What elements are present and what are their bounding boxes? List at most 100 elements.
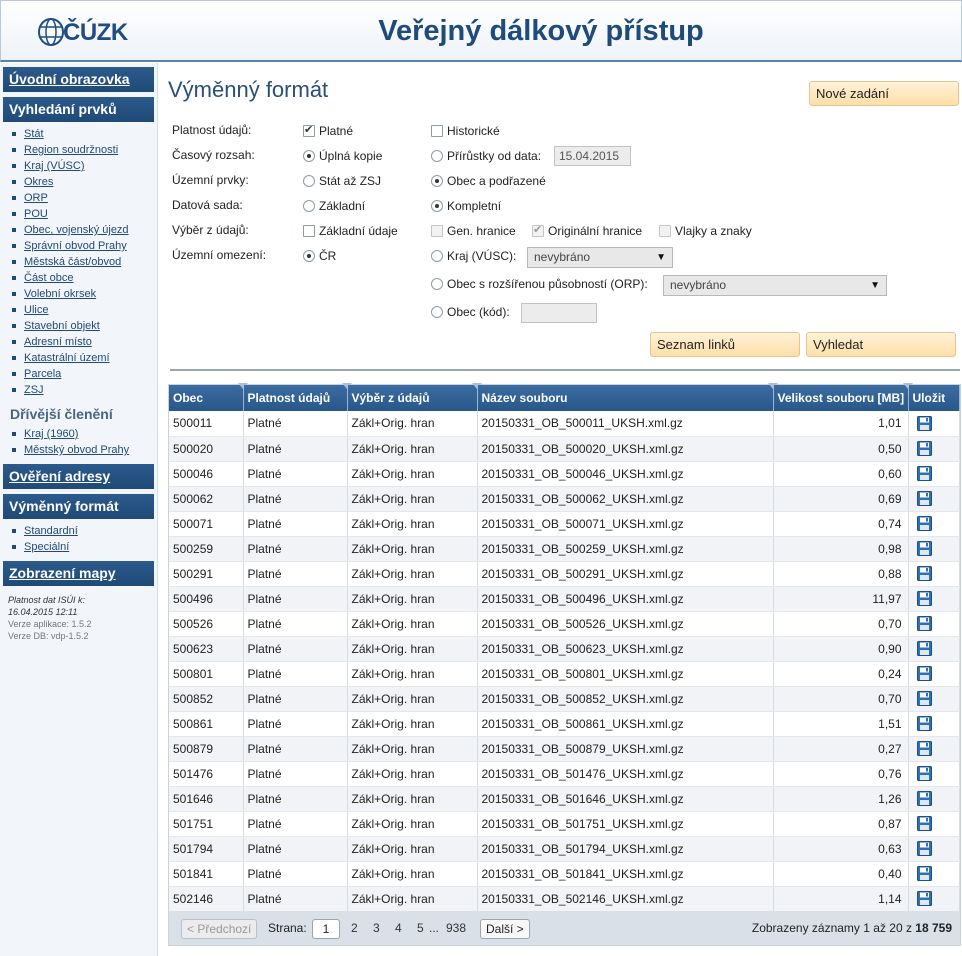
state-to-zsj-radio[interactable]: Stát až ZSJ	[303, 173, 381, 189]
exchange-nav-link[interactable]: Speciální	[24, 541, 69, 553]
save-disk-icon[interactable]	[916, 741, 932, 756]
search-nav-link[interactable]: Parcela	[24, 368, 61, 380]
search-nav-link[interactable]: Adresní místo	[24, 336, 92, 348]
increments-date-field[interactable]: 15.04.2015	[554, 146, 631, 166]
search-nav-link[interactable]: Region soudržnosti	[24, 144, 118, 156]
search-nav-item[interactable]: Katastrální území	[12, 350, 157, 366]
search-nav-link[interactable]: Katastrální území	[24, 352, 110, 364]
search-nav-item[interactable]: POU	[12, 206, 157, 222]
search-nav-item[interactable]: Adresní místo	[12, 334, 157, 350]
table-row[interactable]: 501476 Platné Zákl+Orig. hran 20150331_OB_5…	[169, 761, 960, 787]
column-header[interactable]: Uložit	[908, 385, 960, 411]
table-row[interactable]: 500046 Platné Zákl+Orig. hran 20150331_OB_5…	[169, 461, 960, 487]
cuzk-logo[interactable]: ČÚZK	[37, 15, 129, 51]
save-disk-icon[interactable]	[916, 591, 932, 606]
table-row[interactable]: 500879 Platné Zákl+Orig. hran 20150331_OB_5…	[169, 736, 960, 762]
nav-home[interactable]: Úvodní obrazovka	[3, 67, 154, 92]
search-nav-link[interactable]: ZSJ	[24, 384, 44, 396]
table-row[interactable]: 500801 Platné Zákl+Orig. hran 20150331_OB_5…	[169, 661, 960, 687]
search-nav-link[interactable]: Městská část/obvod	[24, 256, 121, 268]
search-nav-item[interactable]: Stát	[12, 126, 157, 142]
table-row[interactable]: 500852 Platné Zákl+Orig. hran 20150331_OB_5…	[169, 686, 960, 712]
region-radio[interactable]: Kraj (VÚSC):	[431, 248, 516, 264]
table-row[interactable]: 500259 Platné Zákl+Orig. hran 20150331_OB_5…	[169, 536, 960, 562]
new-query-button[interactable]: Nové zadání	[809, 81, 959, 106]
search-nav-link[interactable]: Stát	[24, 128, 44, 140]
prev-page-button[interactable]: < Předchozí	[181, 919, 258, 939]
column-header[interactable]: Platnost údajů	[243, 383, 352, 411]
search-nav-item[interactable]: Region soudržnosti	[12, 142, 157, 158]
search-nav-item[interactable]: Ulice	[12, 302, 157, 318]
nav-search-heading[interactable]: Vyhledání prvků	[3, 97, 154, 122]
save-disk-icon[interactable]	[916, 866, 932, 881]
page-link-last[interactable]: 938	[446, 921, 466, 935]
column-header[interactable]: Velikost souboru [MB]	[773, 383, 913, 411]
search-nav-link[interactable]: POU	[24, 208, 48, 220]
valid-checkbox[interactable]: Platné	[303, 122, 353, 139]
former-nav-item[interactable]: Městský obvod Prahy	[12, 442, 157, 458]
column-header[interactable]: Výběr z údajů	[347, 383, 482, 411]
search-nav-item[interactable]: Parcela	[12, 366, 157, 382]
next-page-button[interactable]: Další >	[480, 919, 530, 939]
table-row[interactable]: 500623 Platné Zákl+Orig. hran 20150331_OB_5…	[169, 636, 960, 662]
save-disk-icon[interactable]	[916, 716, 932, 731]
column-header[interactable]: Obec	[169, 383, 248, 411]
search-nav-link[interactable]: Okres	[24, 176, 53, 188]
region-select[interactable]: nevybráno ▼	[527, 247, 673, 268]
table-row[interactable]: 500062 Platné Zákl+Orig. hran 20150331_OB_5…	[169, 486, 960, 512]
table-row[interactable]: 500496 Platné Zákl+Orig. hran 20150331_OB_5…	[169, 586, 960, 612]
municipality-code-radio[interactable]: Obec (kód):	[431, 304, 510, 320]
save-disk-icon[interactable]	[916, 541, 932, 556]
search-nav-item[interactable]: ZSJ	[12, 382, 157, 398]
search-nav-link[interactable]: Správní obvod Prahy	[24, 240, 127, 252]
search-nav-link[interactable]: Obec, vojenský újezd	[24, 224, 129, 236]
table-row[interactable]: 500861 Platné Zákl+Orig. hran 20150331_OB_5…	[169, 711, 960, 737]
save-disk-icon[interactable]	[916, 441, 932, 456]
table-row[interactable]: 501751 Platné Zákl+Orig. hran 20150331_OB_5…	[169, 811, 960, 837]
table-row[interactable]: 501794 Platné Zákl+Orig. hran 20150331_OB_5…	[169, 836, 960, 862]
search-nav-link[interactable]: Kraj (VÚSC)	[24, 160, 85, 172]
orp-select[interactable]: nevybráno ▼	[663, 275, 887, 296]
search-nav-item[interactable]: Část obce	[12, 270, 157, 286]
table-row[interactable]: 500011 Platné Zákl+Orig. hran 20150331_OB_5…	[169, 411, 960, 437]
historic-checkbox[interactable]: Historické	[431, 123, 500, 139]
column-header[interactable]: Název souboru	[477, 383, 778, 411]
table-row[interactable]: 502146 Platné Zákl+Orig. hran 20150331_OB_5…	[169, 886, 960, 912]
search-nav-item[interactable]: ORP	[12, 190, 157, 206]
search-nav-item[interactable]: Správní obvod Prahy	[12, 238, 157, 254]
search-nav-item[interactable]: Okres	[12, 174, 157, 190]
save-disk-icon[interactable]	[916, 641, 932, 656]
search-nav-link[interactable]: Volební okrsek	[24, 288, 96, 300]
former-nav-link[interactable]: Kraj (1960)	[24, 428, 78, 440]
increments-radio[interactable]: Přírůstky od data:	[431, 148, 541, 164]
former-nav-item[interactable]: Kraj (1960)	[12, 426, 157, 442]
orp-radio[interactable]: Obec s rozšířenou působností (ORP):	[431, 276, 648, 292]
search-nav-item[interactable]: Obec, vojenský újezd	[12, 222, 157, 238]
save-disk-icon[interactable]	[916, 666, 932, 681]
save-disk-icon[interactable]	[916, 691, 932, 706]
exchange-nav-item[interactable]: Standardní	[12, 523, 157, 539]
save-disk-icon[interactable]	[916, 466, 932, 481]
nav-map[interactable]: Zobrazení mapy	[3, 561, 154, 586]
nav-exchange-format[interactable]: Výměnný formát	[3, 494, 154, 519]
search-nav-link[interactable]: ORP	[24, 192, 48, 204]
search-nav-link[interactable]: Ulice	[24, 304, 48, 316]
flags-checkbox[interactable]: Vlajky a znaky	[659, 223, 752, 239]
table-row[interactable]: 500526 Platné Zákl+Orig. hran 20150331_OB_5…	[169, 611, 960, 637]
basic-data-checkbox[interactable]: Základní údaje	[303, 223, 398, 239]
current-page-field[interactable]: 1	[312, 919, 340, 939]
table-row[interactable]: 500020 Platné Zákl+Orig. hran 20150331_OB_5…	[169, 436, 960, 462]
save-disk-icon[interactable]	[916, 841, 932, 856]
cr-radio[interactable]: ČR	[303, 248, 336, 264]
save-disk-icon[interactable]	[916, 766, 932, 781]
gen-borders-checkbox[interactable]: Gen. hranice	[431, 223, 516, 239]
save-disk-icon[interactable]	[916, 791, 932, 806]
page-link[interactable]: 4	[395, 921, 402, 935]
complete-radio[interactable]: Kompletní	[431, 198, 501, 214]
exchange-nav-item[interactable]: Speciální	[12, 539, 157, 555]
table-row[interactable]: 500071 Platné Zákl+Orig. hran 20150331_OB_5…	[169, 511, 960, 537]
search-nav-item[interactable]: Městská část/obvod	[12, 254, 157, 270]
former-nav-link[interactable]: Městský obvod Prahy	[24, 444, 129, 456]
search-button[interactable]: Vyhledat	[806, 332, 956, 357]
search-nav-item[interactable]: Stavební objekt	[12, 318, 157, 334]
